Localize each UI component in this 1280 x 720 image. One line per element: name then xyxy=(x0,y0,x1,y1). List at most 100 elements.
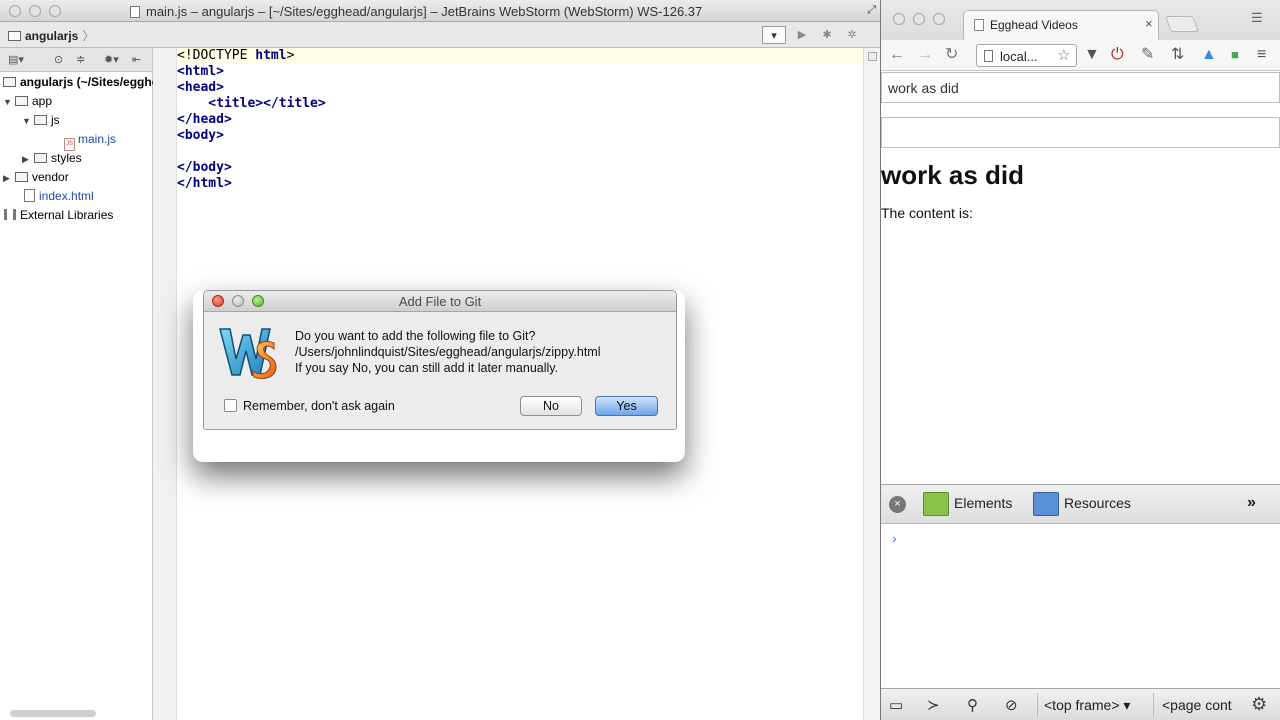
dialog-message-line: Do you want to add the following file to… xyxy=(295,329,536,343)
tab-close-icon[interactable]: × xyxy=(1145,16,1153,31)
page-text-input-2[interactable] xyxy=(881,117,1280,148)
gear-icon[interactable]: ⚙ xyxy=(1251,694,1267,715)
eyedropper-icon[interactable]: ✎ xyxy=(1141,46,1154,64)
navigation-bar: angularjs 〉 ▾ ▶ ✱ ✲ xyxy=(0,22,880,48)
run-icon[interactable]: ▶ xyxy=(790,26,814,44)
code-line: <!DOCTYPE html> xyxy=(177,48,295,63)
page-text-input[interactable] xyxy=(881,72,1280,103)
webstorm-logo-icon xyxy=(219,328,277,380)
new-tab-button[interactable] xyxy=(1165,16,1199,32)
tree-item-external-libraries[interactable]: External Libraries xyxy=(4,206,113,225)
code-line: </body> xyxy=(177,160,232,175)
tab-egghead-videos[interactable]: Egghead Videos × xyxy=(963,10,1159,40)
close-window-button[interactable] xyxy=(893,13,905,25)
ide-window-title: main.js – angularjs – [~/Sites/egghead/a… xyxy=(130,4,702,19)
tree-item-vendor[interactable]: ▶ vendor xyxy=(3,168,69,187)
page-icon xyxy=(984,50,993,62)
bookmark-star-icon[interactable]: ☆ xyxy=(1057,46,1070,64)
dialog-file-path: /Users/johnlindquist/Sites/egghead/angul… xyxy=(295,345,601,359)
coverage-icon[interactable]: ✲ xyxy=(840,26,864,44)
tree-item-app[interactable]: ▼ app xyxy=(3,92,52,111)
no-button[interactable]: No xyxy=(520,396,582,416)
dialog-title: Add File to Git xyxy=(398,294,482,309)
extension-icon[interactable]: ■ xyxy=(1231,46,1239,64)
close-window-button[interactable] xyxy=(9,5,21,17)
collapse-all-icon[interactable]: ≑ xyxy=(76,53,85,66)
back-arrow-icon[interactable]: ← xyxy=(889,46,905,64)
drive-icon[interactable]: ▲ xyxy=(1201,46,1217,64)
project-view-icon[interactable]: ▤▾ xyxy=(8,53,24,66)
collapsed-arrow-icon[interactable]: ▶ xyxy=(22,150,34,169)
frame-select[interactable]: <top frame> ▾ xyxy=(1037,693,1130,717)
context-select[interactable]: <page cont xyxy=(1153,693,1245,717)
remember-checkbox[interactable] xyxy=(224,399,237,412)
chrome-menu-icon[interactable]: ≡ xyxy=(1257,46,1266,64)
devtools-panel: × Elements Resources » › ▭ ≻ ⚲ ⊘ <top fr… xyxy=(881,484,1280,720)
page-heading: work as did xyxy=(881,160,1025,190)
address-bar[interactable]: local... ☆ xyxy=(976,44,1077,67)
tree-item-index-html[interactable]: index.html xyxy=(24,187,94,206)
tree-item-label: js xyxy=(51,113,60,127)
fullscreen-icon[interactable]: ⤢ xyxy=(867,4,876,17)
search-icon[interactable]: ⚲ xyxy=(967,696,978,714)
resources-icon[interactable] xyxy=(1033,492,1059,516)
zoom-window-button[interactable] xyxy=(933,13,945,25)
folder-icon xyxy=(3,77,16,87)
debug-icon[interactable]: ✱ xyxy=(815,26,839,44)
project-panel: ▤▾ ⊙ ≑ ✹▾ ⇤ angularjs (~/Sites/egghead/a… xyxy=(0,48,233,720)
elements-icon[interactable] xyxy=(923,492,949,516)
folder-icon xyxy=(34,153,47,163)
zoom-window-button[interactable] xyxy=(49,5,61,17)
forward-arrow-icon[interactable]: → xyxy=(917,46,933,64)
minimize-window-button[interactable] xyxy=(29,5,41,17)
console-prompt[interactable]: › xyxy=(892,530,897,546)
devtools-status-bar: ▭ ≻ ⚲ ⊘ <top frame> ▾ <page cont ⚙ xyxy=(881,688,1280,720)
tab-strip: Egghead Videos × ☰ xyxy=(881,0,1280,40)
dialog-message: Do you want to add the following file to… xyxy=(295,328,601,376)
ide-window-title-text: main.js – angularjs – [~/Sites/egghead/a… xyxy=(146,4,703,19)
folder-icon xyxy=(34,115,47,125)
editor-gutter xyxy=(153,48,177,720)
tree-item-styles[interactable]: ▶ styles xyxy=(22,149,82,168)
project-toolbar: ▤▾ ⊙ ≑ ✹▾ ⇤ xyxy=(0,48,152,72)
tab-elements[interactable]: Elements xyxy=(954,495,1012,511)
html-file-icon xyxy=(24,189,35,202)
code-line: <head> xyxy=(177,80,224,95)
pocket-icon[interactable]: ▼ xyxy=(1084,46,1100,64)
tab-title: Egghead Videos xyxy=(990,18,1078,32)
tree-item-label: index.html xyxy=(39,189,94,203)
collapsed-arrow-icon[interactable]: ▶ xyxy=(3,169,15,188)
folder-icon xyxy=(15,172,28,182)
breadcrumb-label: angularjs xyxy=(25,29,79,43)
tree-item-label: styles xyxy=(51,151,82,165)
code-line: <body> xyxy=(177,128,224,143)
dock-icon[interactable]: ▭ xyxy=(889,696,903,714)
menu-icon[interactable]: ☰ xyxy=(1251,10,1267,26)
remember-checkbox-row[interactable]: Remember, don't ask again xyxy=(224,399,395,413)
breadcrumb[interactable]: angularjs 〉 xyxy=(8,27,94,44)
toolbar: ← → ↻ local... ☆ ▼ ⏻ ✎ ⇅ ▲ ■ ≡ xyxy=(881,40,1280,71)
expanded-arrow-icon[interactable]: ▼ xyxy=(3,93,15,112)
clear-console-icon[interactable]: ⊘ xyxy=(1005,696,1018,714)
tree-item-js[interactable]: ▼ js xyxy=(22,111,60,130)
horizontal-scrollbar[interactable] xyxy=(10,710,96,717)
more-tabs-icon[interactable]: » xyxy=(1247,494,1256,512)
download-arrows-icon[interactable]: ⇅ xyxy=(1171,46,1184,64)
settings-gear-icon[interactable]: ✹▾ xyxy=(104,53,119,66)
stop-extension-icon[interactable]: ⏻ xyxy=(1111,46,1124,64)
minimize-window-button[interactable] xyxy=(913,13,925,25)
close-icon[interactable]: × xyxy=(889,496,906,513)
hide-panel-icon[interactable]: ⇤ xyxy=(132,53,141,66)
webstorm-window: main.js – angularjs – [~/Sites/egghead/a… xyxy=(0,0,880,720)
yes-button[interactable]: Yes xyxy=(595,396,658,416)
scroll-from-source-icon[interactable]: ⊙ xyxy=(54,53,63,66)
expanded-arrow-icon[interactable]: ▼ xyxy=(22,112,34,131)
inspection-status-icon[interactable] xyxy=(868,52,877,61)
reload-icon[interactable]: ↻ xyxy=(945,46,958,64)
add-file-to-git-dialog: Add File to Git Do you want to add the f… xyxy=(203,290,677,430)
tab-resources[interactable]: Resources xyxy=(1064,495,1131,511)
ide-title-bar: main.js – angularjs – [~/Sites/egghead/a… xyxy=(0,0,880,22)
tree-item-main-js[interactable]: JS main.js xyxy=(64,130,116,151)
console-drawer-icon[interactable]: ≻ xyxy=(927,696,940,714)
run-config-dropdown[interactable]: ▾ xyxy=(762,26,786,44)
